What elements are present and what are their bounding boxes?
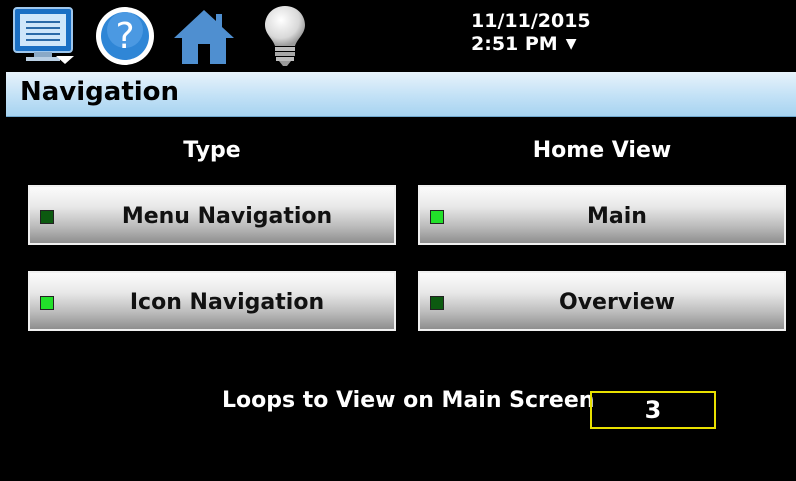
menu-navigation-button[interactable]: Menu Navigation	[28, 185, 396, 245]
button-label: Overview	[559, 290, 675, 315]
chevron-down-icon: ▼	[565, 36, 577, 52]
screen: ? 11/11/2015 2:51 PM ▼ Navigation Type H…	[0, 0, 796, 481]
home-icon[interactable]	[172, 8, 236, 70]
loops-input[interactable]: 3	[590, 391, 716, 429]
button-label: Main	[587, 204, 647, 229]
indicator-led	[40, 296, 54, 310]
indicator-led	[430, 210, 444, 224]
loops-label: Loops to View on Main Screen	[222, 388, 595, 413]
top-toolbar: ? 11/11/2015 2:51 PM ▼	[6, 0, 796, 70]
indicator-led	[430, 296, 444, 310]
page-title: Navigation	[20, 77, 180, 107]
date-text: 11/11/2015	[471, 10, 591, 32]
home-view-heading: Home View	[532, 138, 672, 163]
type-heading: Type	[183, 138, 241, 163]
time-dropdown[interactable]: 2:51 PM ▼	[471, 33, 591, 56]
button-label: Icon Navigation	[129, 290, 325, 315]
time-text: 2:51 PM	[471, 33, 558, 55]
help-icon[interactable]: ?	[93, 4, 157, 72]
button-label: Menu Navigation	[121, 204, 333, 229]
page-title-bar: Navigation	[6, 72, 796, 117]
overview-view-button[interactable]: Overview	[418, 271, 786, 331]
date-time-display: 11/11/2015 2:51 PM ▼	[471, 10, 591, 56]
icon-navigation-button[interactable]: Icon Navigation	[28, 271, 396, 331]
svg-text:?: ?	[115, 16, 134, 57]
indicator-led	[40, 210, 54, 224]
lightbulb-icon[interactable]	[262, 4, 308, 72]
monitor-menu-icon[interactable]	[12, 6, 76, 70]
main-view-button[interactable]: Main	[418, 185, 786, 245]
